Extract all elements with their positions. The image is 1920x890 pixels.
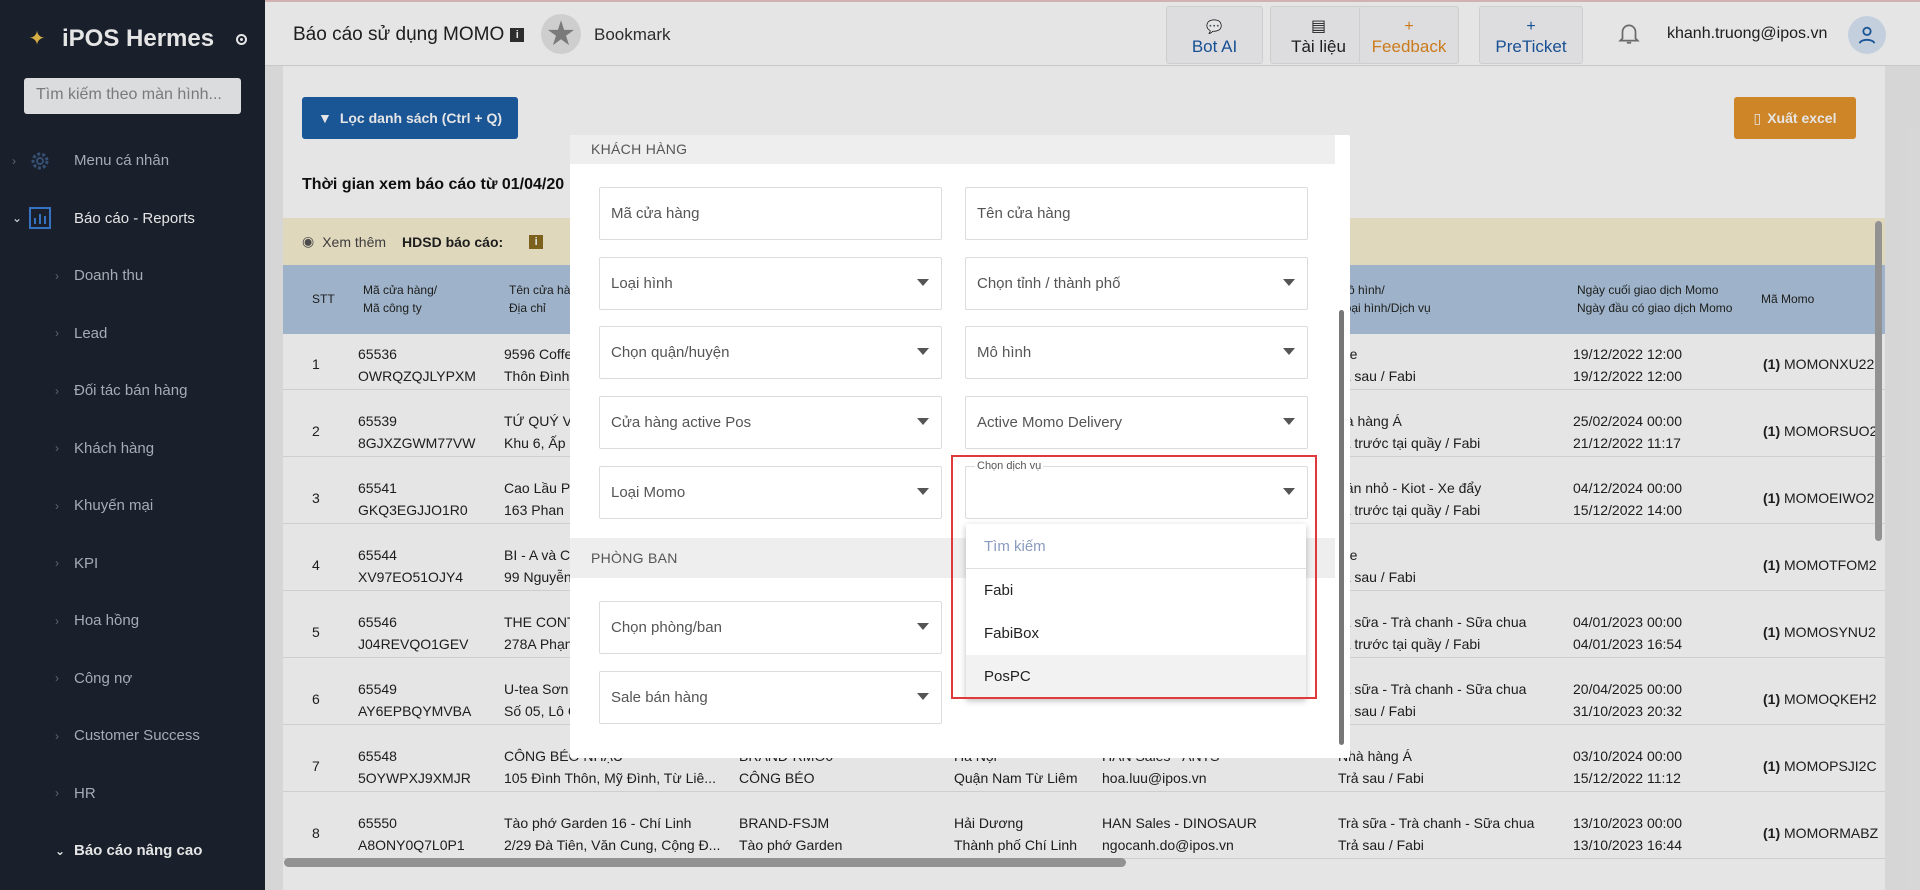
select-placeholder: Active Momo Delivery (977, 414, 1123, 431)
caret-down-icon (1283, 418, 1295, 425)
caret-down-icon (917, 693, 929, 700)
province-select[interactable]: Chọn tỉnh / thành phố (965, 257, 1308, 310)
select-placeholder: Sale bán hàng (611, 689, 708, 706)
select-placeholder: Mô hình (977, 344, 1032, 361)
select-placeholder: Chọn quận/huyện (611, 344, 730, 361)
sale-select[interactable]: Sale bán hàng (599, 671, 942, 724)
pos-active-select[interactable]: Cửa hàng active Pos (599, 396, 942, 449)
store-name-input[interactable]: Tên cửa hàng (965, 187, 1308, 240)
select-placeholder: Cửa hàng active Pos (611, 414, 752, 431)
caret-down-icon (917, 623, 929, 630)
store-type-select[interactable]: Loại hình (599, 257, 942, 310)
select-placeholder: Chọn tỉnh / thành phố (977, 275, 1121, 292)
highlight-box (951, 455, 1317, 699)
model-select[interactable]: Mô hình (965, 326, 1308, 379)
caret-down-icon (1283, 348, 1295, 355)
department-select[interactable]: Chọn phòng/ban (599, 601, 942, 654)
caret-down-icon (917, 488, 929, 495)
momo-type-select[interactable]: Loại Momo (599, 466, 942, 519)
caret-down-icon (1283, 279, 1295, 286)
section-header-customer: KHÁCH HÀNG (570, 135, 1335, 164)
select-placeholder: Loại Momo (611, 484, 686, 501)
store-code-input[interactable]: Mã cửa hàng (599, 187, 942, 240)
momo-delivery-select[interactable]: Active Momo Delivery (965, 396, 1308, 449)
modal-scrollbar[interactable] (1339, 310, 1344, 745)
caret-down-icon (917, 418, 929, 425)
select-placeholder: Loại hình (611, 275, 673, 292)
district-select[interactable]: Chọn quận/huyện (599, 326, 942, 379)
caret-down-icon (917, 279, 929, 286)
caret-down-icon (917, 348, 929, 355)
select-placeholder: Chọn phòng/ban (611, 619, 722, 636)
